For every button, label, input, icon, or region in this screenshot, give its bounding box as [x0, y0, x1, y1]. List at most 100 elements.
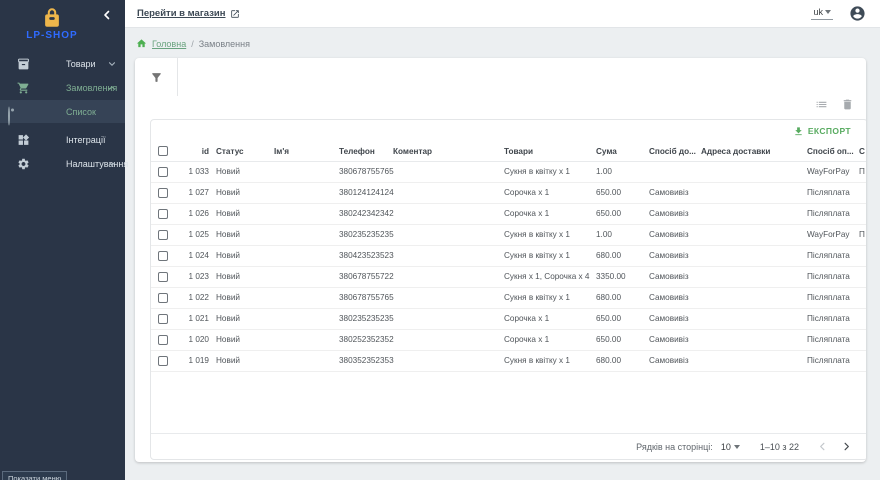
inventory-icon	[17, 58, 30, 71]
cell-payment: Післяплата	[807, 182, 859, 203]
breadcrumb-separator: /	[191, 39, 194, 49]
cell-delivery: Самовивіз	[649, 182, 701, 203]
cell-goods: Сукня в квітку х 1	[504, 245, 596, 266]
sidebar-item-orders-list[interactable]: Список	[0, 100, 125, 123]
cell-delivery: Самовивіз	[649, 245, 701, 266]
sidebar-tooltip: Показати меню	[2, 471, 67, 480]
column-header-status[interactable]: Статус	[216, 142, 274, 161]
cell-id: 1 019	[185, 350, 216, 371]
cell-comment	[393, 203, 504, 224]
column-header-sum[interactable]: Сума	[596, 142, 649, 161]
cell-phone: 380242342342	[339, 203, 393, 224]
cell-payment: WayForPay	[807, 161, 859, 182]
previous-page-button[interactable]	[815, 440, 829, 454]
export-button[interactable]: ЕКСПОРТ	[793, 126, 851, 137]
row-checkbox[interactable]	[158, 335, 168, 345]
sidebar-item-orders[interactable]: Замовлення	[0, 76, 125, 100]
row-checkbox[interactable]	[158, 251, 168, 261]
table-row[interactable]: 1 024Новий380423523523Сукня в квітку х 1…	[151, 245, 866, 266]
cell-payment: Післяплата	[807, 245, 859, 266]
column-header-id[interactable]: id	[185, 142, 216, 161]
sidebar-item-products[interactable]: Товари	[0, 52, 125, 76]
cell-address	[701, 329, 807, 350]
cell-status: Новий	[216, 161, 274, 182]
cell-phone: 380423523523	[339, 245, 393, 266]
cell-delivery: Самовивіз	[649, 287, 701, 308]
logo: LP-SHOP	[0, 7, 104, 41]
dot-icon	[8, 107, 17, 116]
cell-pay_status	[859, 203, 866, 224]
cell-phone: 380235235235	[339, 308, 393, 329]
column-header-name[interactable]: Ім'я	[274, 142, 339, 161]
row-checkbox[interactable]	[158, 314, 168, 324]
row-checkbox[interactable]	[158, 167, 168, 177]
row-checkbox[interactable]	[158, 188, 168, 198]
cell-pay_status	[859, 245, 866, 266]
filter-toolbar	[135, 58, 866, 96]
cell-name	[274, 203, 339, 224]
next-page-button[interactable]	[839, 440, 853, 454]
external-link-icon	[230, 9, 240, 19]
go-to-store-link[interactable]: Перейти в магазин	[137, 8, 240, 19]
language-select[interactable]: uk	[811, 7, 833, 20]
cell-address	[701, 245, 807, 266]
select-all-header[interactable]	[151, 142, 185, 161]
cell-pay_status	[859, 287, 866, 308]
filter-button[interactable]	[135, 58, 177, 96]
cell-name	[274, 224, 339, 245]
column-header-delivery[interactable]: Спосіб до...	[649, 142, 701, 161]
column-header-goods[interactable]: Товари	[504, 142, 596, 161]
cell-address	[701, 182, 807, 203]
column-header-pay_status[interactable]: С	[859, 142, 866, 161]
breadcrumb-home-link[interactable]: Головна	[152, 39, 186, 49]
chevron-left-icon[interactable]	[101, 8, 115, 22]
table-row[interactable]: 1 021Новий380235235235Сорочка х 1650.00С…	[151, 308, 866, 329]
cell-select	[151, 161, 185, 182]
chevron-down-icon	[825, 10, 831, 14]
cell-address	[701, 266, 807, 287]
table-row[interactable]: 1 019Новий380352352353Сукня в квітку х 1…	[151, 350, 866, 371]
home-icon[interactable]	[136, 38, 147, 49]
cell-goods: Сорочка х 1	[504, 182, 596, 203]
chevron-up-icon	[107, 83, 117, 93]
rows-per-page-select[interactable]: 10	[721, 442, 740, 452]
row-checkbox[interactable]	[158, 209, 168, 219]
sidebar-item-integrations[interactable]: Інтеграції	[0, 128, 125, 152]
column-header-comment[interactable]: Коментар	[393, 142, 504, 161]
select-all-checkbox[interactable]	[158, 146, 168, 156]
table-row[interactable]: 1 033Новий380678755765Сукня в квітку х 1…	[151, 161, 866, 182]
pagination-range: 1–10 з 22	[760, 442, 799, 452]
toolbar-divider	[177, 58, 178, 96]
table-row[interactable]: 1 022Новий380678755765Сукня в квітку х 1…	[151, 287, 866, 308]
column-header-payment[interactable]: Спосіб оп...	[807, 142, 859, 161]
cell-address	[701, 287, 807, 308]
sidebar-item-settings[interactable]: Налаштування	[0, 152, 125, 176]
row-checkbox[interactable]	[158, 356, 168, 366]
columns-list-button[interactable]	[815, 98, 828, 111]
table-row[interactable]: 1 025Новий380235235235Сукня в квітку х 1…	[151, 224, 866, 245]
topbar: Перейти в магазин uk	[125, 0, 880, 28]
cell-pay_status	[859, 266, 866, 287]
account-button[interactable]	[849, 5, 866, 22]
row-checkbox[interactable]	[158, 230, 168, 240]
row-checkbox[interactable]	[158, 272, 168, 282]
delete-button[interactable]	[841, 98, 854, 111]
table-row[interactable]: 1 027Новий380124124124Сорочка х 1650.00С…	[151, 182, 866, 203]
cell-payment: Післяплата	[807, 308, 859, 329]
column-header-phone[interactable]: Телефон	[339, 142, 393, 161]
cell-delivery: Самовивіз	[649, 329, 701, 350]
cell-comment	[393, 350, 504, 371]
column-header-address[interactable]: Адреса доставки	[701, 142, 807, 161]
orders-table-wrap: idСтатусІм'яТелефонКоментарТовариСумаСпо…	[151, 142, 866, 372]
cell-sum: 680.00	[596, 287, 649, 308]
sidebar-item-label: Інтеграції	[66, 135, 105, 145]
table-row[interactable]: 1 020Новий380252352352Сорочка х 1650.00С…	[151, 329, 866, 350]
table-row[interactable]: 1 026Новий380242342342Сорочка х 1650.00С…	[151, 203, 866, 224]
row-checkbox[interactable]	[158, 293, 168, 303]
cell-comment	[393, 308, 504, 329]
table-row[interactable]: 1 023Новий380678755722Сукня х 1, Сорочка…	[151, 266, 866, 287]
cell-address	[701, 161, 807, 182]
cell-pay_status	[859, 308, 866, 329]
cell-goods: Сорочка х 1	[504, 308, 596, 329]
cell-phone: 380678755765	[339, 161, 393, 182]
